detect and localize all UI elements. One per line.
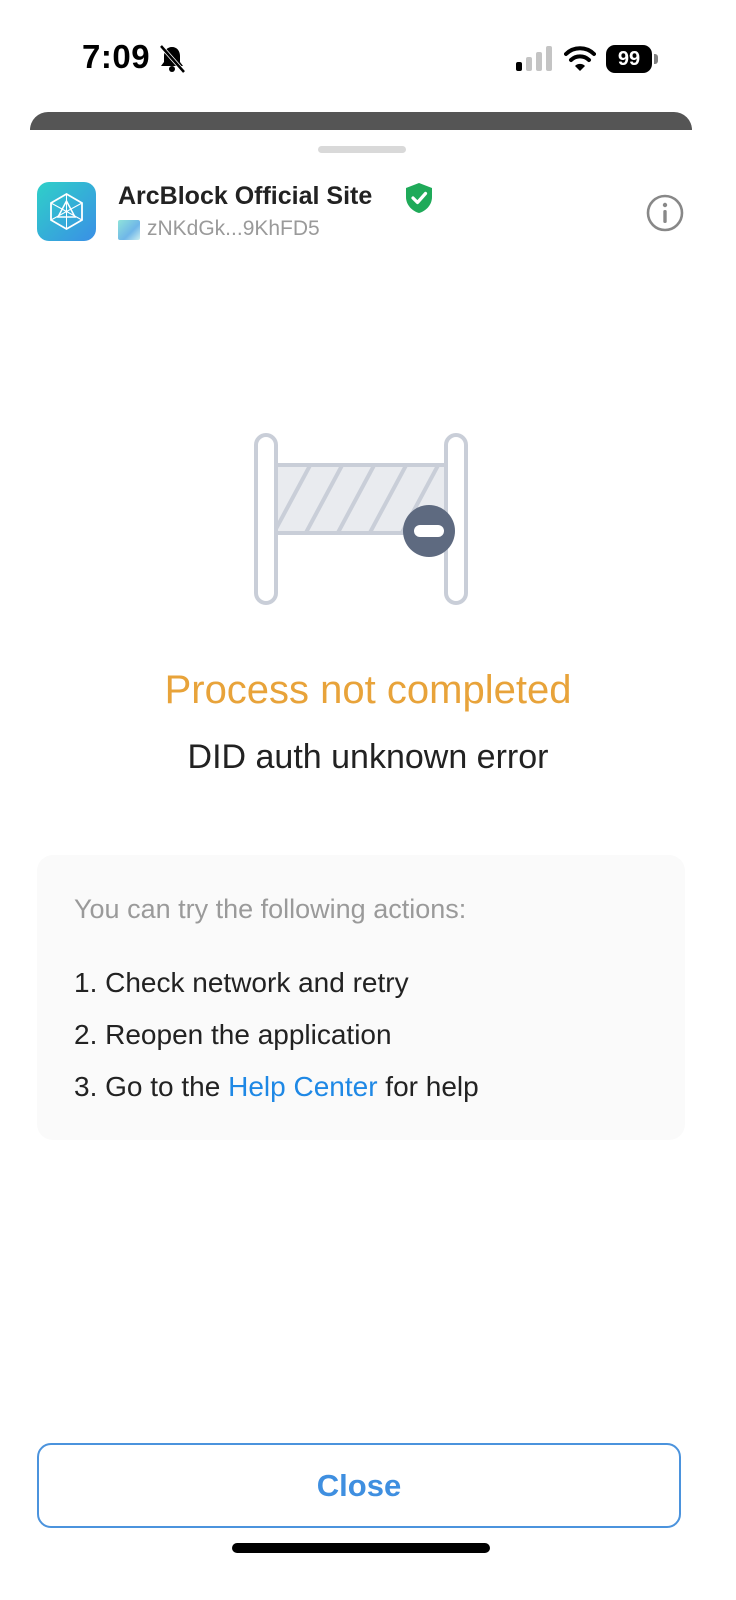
barrier-icon — [254, 433, 468, 605]
close-button[interactable]: Close — [37, 1443, 681, 1528]
bell-slash-icon — [159, 44, 186, 74]
sheet-grabber[interactable] — [318, 146, 406, 153]
arcblock-logo-icon — [37, 182, 96, 241]
app-did: zNKdGk...9KhFD5 — [147, 217, 320, 240]
info-icon[interactable] — [646, 194, 684, 232]
app-name: ArcBlock Official Site — [118, 182, 373, 210]
error-message: DID auth unknown error — [187, 738, 549, 776]
did-avatar — [118, 220, 140, 240]
actions-heading: You can try the following actions: — [74, 894, 467, 924]
battery-icon: 99 — [606, 45, 652, 73]
signal-icon — [516, 46, 552, 71]
action-item-retry: 1. Check network and retry — [74, 967, 409, 998]
error-title: Process not completed — [164, 668, 572, 712]
status-time: 7:09 — [82, 38, 151, 75]
home-indicator — [232, 1543, 490, 1553]
action-item-help: 3. Go to the Help Center for help — [74, 1071, 479, 1103]
verified-shield-icon — [406, 183, 432, 213]
wifi-icon — [564, 46, 596, 71]
status-bar: 7:09 99 — [0, 0, 736, 110]
action-item-help-prefix: 3. Go to the — [74, 1071, 229, 1102]
action-item-reopen: 2. Reopen the application — [74, 1019, 392, 1050]
battery-tip — [654, 54, 658, 64]
action-item-help-suffix: for help — [377, 1071, 479, 1102]
help-center-link[interactable]: Help Center — [228, 1071, 377, 1102]
